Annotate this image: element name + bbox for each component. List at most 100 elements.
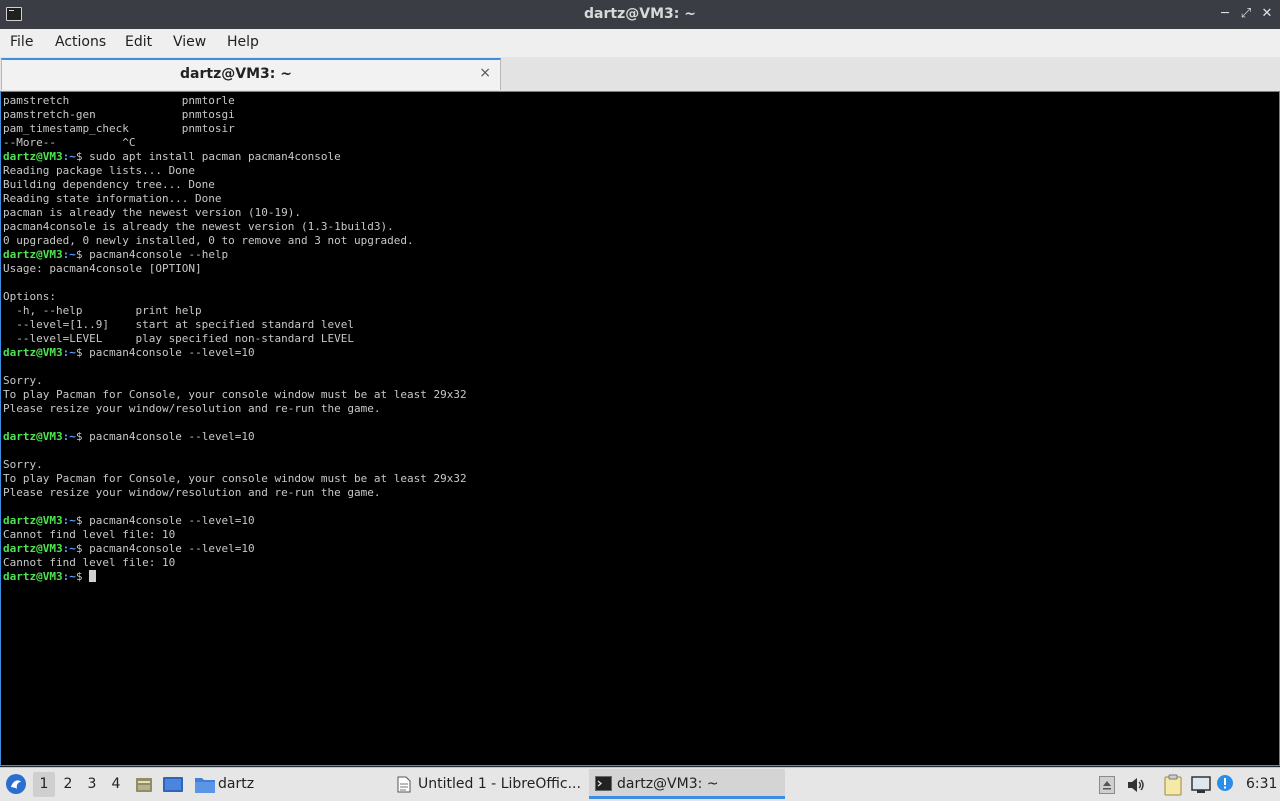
prompt-user: dartz@VM3 — [3, 542, 63, 555]
prompt-line: dartz@VM3:~$ — [3, 570, 467, 584]
prompt-user: dartz@VM3 — [3, 150, 63, 163]
prompt-user: dartz@VM3 — [3, 346, 63, 359]
workspace-4[interactable]: 4 — [105, 772, 127, 797]
output-line: --level=[1..9] start at specified standa… — [3, 318, 467, 332]
output-line: Sorry. — [3, 374, 467, 388]
prompt-path: :~ — [62, 514, 76, 527]
prompt-path: :~ — [62, 570, 76, 583]
eject-icon[interactable] — [1099, 776, 1115, 794]
line-text: --level=[1..9] start at specified standa… — [3, 318, 354, 331]
output-line: To play Pacman for Console, your console… — [3, 472, 467, 486]
terminal-area[interactable]: pamstretch pnmtorle pamstretch-gen pnmtos… — [0, 91, 1280, 766]
line-text: Sorry. — [3, 374, 43, 387]
output-line — [3, 360, 467, 374]
task-terminal-label: dartz@VM3: ~ — [617, 776, 719, 792]
minimize-icon[interactable]: ─ — [1217, 6, 1233, 22]
line-text: Building dependency tree... Done — [3, 178, 215, 191]
line-text: To play Pacman for Console, your console… — [3, 472, 467, 485]
notification-icon[interactable] — [1216, 774, 1236, 794]
workspace-2[interactable]: 2 — [57, 772, 79, 797]
prompt-line: dartz@VM3:~$ pacman4console --level=10 — [3, 430, 467, 444]
prompt-path: :~ — [62, 248, 76, 261]
prompt-symbol: $ — [75, 430, 90, 443]
output-line: Building dependency tree... Done — [3, 178, 467, 192]
task-libreoffice[interactable]: Untitled 1 - LibreOffic... — [392, 769, 584, 799]
output-line: --More-- ^C — [3, 136, 467, 150]
line-text: Please resize your window/resolution and… — [3, 402, 381, 415]
window-title: dartz@VM3: ~ — [584, 6, 696, 22]
output-line: Cannot find level file: 10 — [3, 528, 467, 542]
line-text: pacman4console --help — [89, 248, 229, 261]
line-text: --level=LEVEL play specified non-standar… — [3, 332, 354, 345]
prompt-user: dartz@VM3 — [3, 430, 63, 443]
menu-help[interactable]: Help — [227, 34, 259, 50]
desktop-icon[interactable] — [162, 775, 184, 795]
workspace-3[interactable]: 3 — [81, 772, 103, 797]
line-text: sudo apt install pacman pacman4console — [89, 150, 341, 163]
terminal-output: pamstretch pnmtorle pamstretch-gen pnmtos… — [3, 94, 467, 584]
folder-icon — [195, 778, 215, 793]
taskbar: 1 2 3 4 dartz Untitled 1 - LibreOffic...… — [0, 767, 1280, 801]
menu-edit[interactable]: Edit — [125, 34, 152, 50]
line-text: Cannot find level file: 10 — [3, 556, 176, 569]
line-text: pacman4console --level=10 — [89, 346, 255, 359]
volume-icon[interactable] — [1126, 776, 1146, 794]
menu-file[interactable]: File — [10, 34, 33, 50]
clock[interactable]: 6:31 — [1246, 768, 1277, 801]
prompt-path: :~ — [62, 346, 76, 359]
line-text: Reading package lists... Done — [3, 164, 196, 177]
prompt-line: dartz@VM3:~$ pacman4console --level=10 — [3, 542, 467, 556]
output-line: pacman4console is already the newest ver… — [3, 220, 467, 234]
output-line — [3, 276, 467, 290]
output-line — [3, 500, 467, 514]
file-manager-icon[interactable] — [134, 775, 154, 795]
prompt-line: dartz@VM3:~$ pacman4console --level=10 — [3, 346, 467, 360]
tab-terminal[interactable]: dartz@VM3: ~ × — [1, 58, 501, 90]
tab-bar: dartz@VM3: ~ × — [0, 57, 1280, 92]
terminal-cursor — [89, 570, 97, 582]
prompt-user: dartz@VM3 — [3, 570, 63, 583]
line-text: Please resize your window/resolution and… — [3, 486, 381, 499]
output-line: pam_timestamp_check pnmtosir — [3, 122, 467, 136]
line-text: To play Pacman for Console, your console… — [3, 388, 467, 401]
tab-close-icon[interactable]: × — [479, 65, 491, 81]
restore-icon[interactable]: ⤢ — [1238, 6, 1254, 22]
output-line: Options: — [3, 290, 467, 304]
menu-view[interactable]: View — [173, 34, 206, 50]
output-line: pacman is already the newest version (10… — [3, 206, 467, 220]
output-line — [3, 444, 467, 458]
prompt-path: :~ — [62, 150, 76, 163]
prompt-symbol: $ — [75, 346, 90, 359]
prompt-path: :~ — [62, 542, 76, 555]
line-text: pacman4console is already the newest ver… — [3, 220, 394, 233]
start-menu-icon[interactable] — [5, 773, 27, 795]
folder-dartz-button[interactable]: dartz — [218, 769, 254, 799]
output-line: To play Pacman for Console, your console… — [3, 388, 467, 402]
line-text: pamstretch-gen pnmtosgi — [3, 108, 235, 121]
line-text: Usage: pacman4console [OPTION] — [3, 262, 202, 275]
network-icon[interactable] — [1191, 776, 1211, 794]
line-text: --More-- ^C — [3, 136, 136, 149]
task-terminal[interactable]: dartz@VM3: ~ — [589, 769, 785, 799]
output-line: Usage: pacman4console [OPTION] — [3, 262, 467, 276]
prompt-line: dartz@VM3:~$ sudo apt install pacman pac… — [3, 150, 467, 164]
line-text: pam_timestamp_check pnmtosir — [3, 122, 235, 135]
prompt-symbol: $ — [75, 248, 90, 261]
document-icon — [397, 776, 411, 793]
output-line: -h, --help print help — [3, 304, 467, 318]
clipboard-icon[interactable] — [1163, 774, 1183, 796]
workspace-1[interactable]: 1 — [33, 772, 55, 797]
prompt-symbol: $ — [75, 150, 90, 163]
menu-actions[interactable]: Actions — [55, 34, 106, 50]
line-text: pacman is already the newest version (10… — [3, 206, 302, 219]
output-line: Reading state information... Done — [3, 192, 467, 206]
prompt-user: dartz@VM3 — [3, 248, 63, 261]
output-line: 0 upgraded, 0 newly installed, 0 to remo… — [3, 234, 467, 248]
line-text: pacman4console --level=10 — [89, 430, 255, 443]
prompt-line: dartz@VM3:~$ pacman4console --level=10 — [3, 514, 467, 528]
output-line: Cannot find level file: 10 — [3, 556, 467, 570]
line-text: pacman4console --level=10 — [89, 514, 255, 527]
close-icon[interactable]: ✕ — [1259, 6, 1275, 22]
output-line: pamstretch pnmtorle — [3, 94, 467, 108]
line-text: pacman4console --level=10 — [89, 542, 255, 555]
